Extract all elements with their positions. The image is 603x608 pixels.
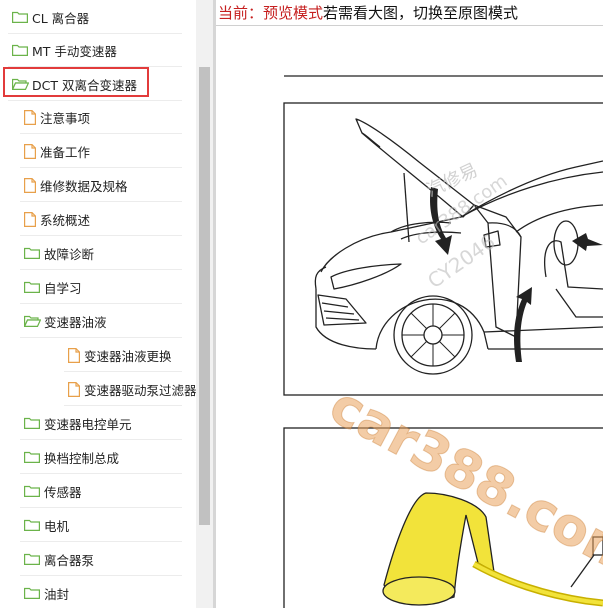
tree-item-label: 注意事项 xyxy=(40,110,91,126)
folder-icon xyxy=(24,247,40,259)
tree-item[interactable]: 传感器 xyxy=(24,474,196,508)
page-icon xyxy=(24,177,36,193)
tree-item[interactable]: 准备工作 xyxy=(24,134,196,168)
folder-icon xyxy=(24,587,40,599)
page-icon xyxy=(24,109,36,125)
page-icon xyxy=(24,211,36,227)
tree-item-label: 故障诊断 xyxy=(44,246,95,262)
folder-open-icon xyxy=(24,315,41,327)
tree-item-label: 传感器 xyxy=(44,484,82,500)
tree-item-label: 系统概述 xyxy=(40,212,91,228)
document-illustration: 汽修易 car388.com CY2046 car388.com xyxy=(283,75,603,608)
folder-icon xyxy=(24,281,40,293)
tree-item[interactable]: CL 离合器 xyxy=(12,0,196,34)
tree-item-label: 变速器油液更换 xyxy=(84,348,172,364)
tree-item-label: 准备工作 xyxy=(40,144,91,160)
folder-icon xyxy=(24,417,40,429)
tree-item[interactable]: 变速器电控单元 xyxy=(24,406,196,440)
folder-icon xyxy=(24,553,40,565)
tree-item-label: 变速器电控单元 xyxy=(44,416,132,432)
folder-icon xyxy=(12,11,28,23)
tree-item[interactable]: 离合器泵 xyxy=(24,542,196,576)
folder-icon xyxy=(12,44,28,56)
folder-icon xyxy=(24,485,40,497)
tree-item[interactable]: 故障诊断 xyxy=(24,236,196,270)
tree-item-label: 离合器泵 xyxy=(44,552,95,568)
tree-item[interactable]: 维修数据及规格 xyxy=(24,168,196,202)
tree-item[interactable]: 变速器油液 xyxy=(24,304,196,338)
tree-item[interactable]: 自学习 xyxy=(24,270,196,304)
tree-item[interactable]: MT 手动变速器 xyxy=(12,33,196,67)
mode-current-label: 当前：预览模式 xyxy=(218,4,324,22)
page-icon xyxy=(68,347,80,363)
scrollbar-thumb[interactable] xyxy=(199,67,210,525)
tree-item-label: CL 离合器 xyxy=(32,10,90,26)
tree-item-label: 变速器油液 xyxy=(44,314,107,330)
tree-item-label: 维修数据及规格 xyxy=(40,178,128,194)
tree-item[interactable]: 变速器驱动泵过滤器 xyxy=(68,372,196,406)
content-pane: 当前：预览模式 若需看大图，切换至原图模式 汽修易 car388.com CY2… xyxy=(216,0,603,608)
folder-icon xyxy=(24,519,40,531)
page-icon xyxy=(24,143,36,159)
selected-item-highlight xyxy=(3,67,149,97)
tree-item-label: 电机 xyxy=(44,518,70,534)
tree-item[interactable]: 电机 xyxy=(24,508,196,542)
page-icon xyxy=(68,381,80,397)
tree-item-label: 自学习 xyxy=(44,280,82,296)
tree-item[interactable]: 油封 xyxy=(24,576,196,608)
mode-switch-hint[interactable]: 若需看大图，切换至原图模式 xyxy=(323,2,518,23)
tree-item[interactable]: 换档控制总成 xyxy=(24,440,196,474)
mode-bar: 当前：预览模式 若需看大图，切换至原图模式 xyxy=(216,0,603,26)
tree-item[interactable]: 注意事项 xyxy=(24,100,196,134)
tree-item-label: MT 手动变速器 xyxy=(32,43,117,59)
tree-item-label: 变速器驱动泵过滤器 xyxy=(84,382,196,398)
navigation-tree: CL 离合器 MT 手动变速器 DCT 双离合变速器 注意事项 准备工作 维修数据及规格系… xyxy=(0,0,213,608)
tree-item[interactable]: 变速器油液更换 xyxy=(68,338,196,372)
tree-item-label: 换档控制总成 xyxy=(44,450,120,466)
tree-item-label: 油封 xyxy=(44,586,70,602)
tree-item[interactable]: 系统概述 xyxy=(24,202,196,236)
folder-icon xyxy=(24,451,40,463)
